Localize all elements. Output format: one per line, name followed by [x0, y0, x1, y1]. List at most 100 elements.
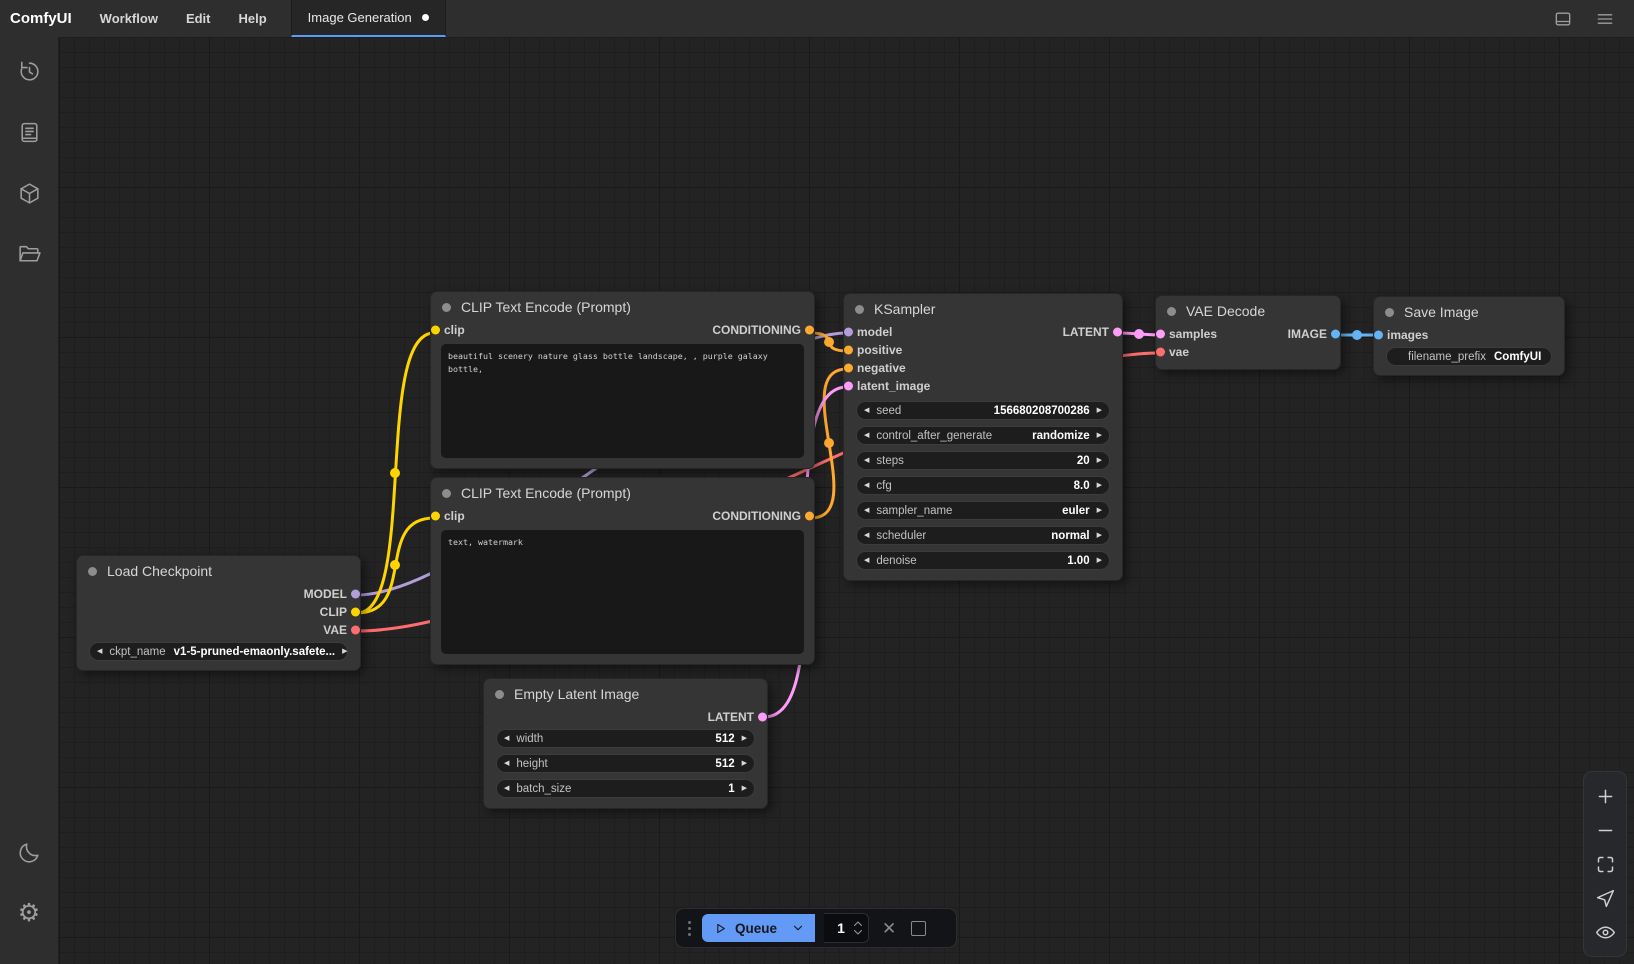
zoom-out-icon[interactable] — [1588, 813, 1622, 847]
slot-dot-latent[interactable] — [758, 713, 767, 722]
node-ksampler[interactable]: KSampler model LATENT positive negative … — [843, 293, 1123, 581]
prev-value-icon[interactable]: ◀ — [864, 457, 869, 464]
prev-value-icon[interactable]: ◀ — [97, 648, 102, 655]
slot-dot-vae[interactable] — [351, 626, 360, 635]
collapse-dot-icon[interactable] — [1167, 307, 1176, 316]
next-value-icon[interactable]: ▶ — [1097, 482, 1102, 489]
node-clip-text-encode-positive[interactable]: CLIP Text Encode (Prompt) clip CONDITION… — [430, 291, 815, 469]
theme-toggle-moon-icon[interactable] — [9, 832, 49, 872]
next-value-icon[interactable]: ▶ — [1097, 557, 1102, 564]
collapse-dot-icon[interactable] — [495, 690, 504, 699]
prompt-textarea[interactable]: text, watermark — [441, 530, 804, 654]
settings-gear-icon[interactable]: ⚙ — [9, 893, 49, 933]
widget-steps[interactable]: ◀ steps 20 ▶ — [856, 451, 1110, 470]
slot-dot-conditioning[interactable] — [805, 512, 814, 521]
next-value-icon[interactable]: ▶ — [1097, 432, 1102, 439]
select-mode-icon[interactable] — [1588, 881, 1622, 915]
zoom-in-icon[interactable] — [1588, 779, 1622, 813]
node-save-image[interactable]: Save Image images filename_prefix ComfyU… — [1373, 296, 1565, 376]
collapse-dot-icon[interactable] — [855, 305, 864, 314]
menu-workflow[interactable]: Workflow — [86, 0, 172, 37]
slot-dot-vae-in[interactable] — [1156, 348, 1165, 357]
prompt-textarea[interactable]: beautiful scenery nature glass bottle la… — [441, 344, 804, 458]
slot-dot-positive[interactable] — [844, 346, 853, 355]
prev-value-icon[interactable]: ◀ — [504, 760, 509, 767]
widget-cfg[interactable]: ◀ cfg 8.0 ▶ — [856, 476, 1110, 495]
node-vae-decode[interactable]: VAE Decode samples IMAGE vae — [1155, 295, 1341, 370]
model-library-icon[interactable] — [9, 173, 49, 213]
node-titlebar[interactable]: CLIP Text Encode (Prompt) — [431, 478, 814, 507]
graph-canvas[interactable]: Load Checkpoint MODEL CLIP VAE ◀ ckpt_na… — [59, 37, 1634, 964]
widget-sampler-name[interactable]: ◀ sampler_name euler ▶ — [856, 501, 1110, 520]
bottom-panel-icon[interactable] — [1552, 8, 1574, 30]
prev-value-icon[interactable]: ◀ — [864, 407, 869, 414]
step-down-icon[interactable] — [852, 928, 864, 937]
step-up-icon[interactable] — [852, 919, 864, 928]
prev-value-icon[interactable]: ◀ — [504, 735, 509, 742]
prev-value-icon[interactable]: ◀ — [504, 785, 509, 792]
next-value-icon[interactable]: ▶ — [1097, 407, 1102, 414]
slot-dot-images[interactable] — [1374, 331, 1383, 340]
slot-dot-model-in[interactable] — [844, 328, 853, 337]
slot-dot-negative[interactable] — [844, 364, 853, 373]
collapse-dot-icon[interactable] — [442, 303, 451, 312]
widget-height[interactable]: ◀ height 512 ▶ — [496, 754, 755, 773]
toggle-link-visibility-eye-icon[interactable] — [1588, 915, 1622, 949]
node-titlebar[interactable]: Empty Latent Image — [484, 679, 767, 708]
next-value-icon[interactable]: ▶ — [742, 785, 747, 792]
stop-icon[interactable] — [911, 921, 926, 936]
widget-seed[interactable]: ◀ seed 156680208700286 ▶ — [856, 401, 1110, 420]
prev-value-icon[interactable]: ◀ — [864, 432, 869, 439]
collapse-dot-icon[interactable] — [442, 489, 451, 498]
node-titlebar[interactable]: Load Checkpoint — [77, 556, 360, 585]
prev-value-icon[interactable]: ◀ — [864, 507, 869, 514]
interrupt-icon[interactable]: ✕ — [878, 920, 900, 937]
node-titlebar[interactable]: CLIP Text Encode (Prompt) — [431, 292, 814, 321]
hamburger-menu-icon[interactable] — [1594, 8, 1616, 30]
next-value-icon[interactable]: ▶ — [1097, 457, 1102, 464]
chevron-down-icon[interactable] — [791, 921, 805, 935]
next-value-icon[interactable]: ▶ — [742, 760, 747, 767]
batch-count-input[interactable]: 1 — [824, 913, 869, 943]
widget-denoise[interactable]: ◀ denoise 1.00 ▶ — [856, 551, 1110, 570]
collapse-dot-icon[interactable] — [1385, 308, 1394, 317]
queue-button[interactable]: Queue — [702, 914, 815, 942]
workflows-folder-icon[interactable] — [9, 234, 49, 274]
slot-dot-clip-in[interactable] — [431, 326, 440, 335]
slot-dot-latent-out[interactable] — [1113, 328, 1122, 337]
slot-dot-image-out[interactable] — [1331, 330, 1340, 339]
prev-value-icon[interactable]: ◀ — [864, 557, 869, 564]
node-titlebar[interactable]: Save Image — [1374, 297, 1564, 326]
drag-handle[interactable] — [686, 921, 693, 936]
menu-edit[interactable]: Edit — [172, 0, 225, 37]
widget-batch-size[interactable]: ◀ batch_size 1 ▶ — [496, 779, 755, 798]
node-library-icon[interactable] — [9, 112, 49, 152]
node-load-checkpoint[interactable]: Load Checkpoint MODEL CLIP VAE ◀ ckpt_na… — [76, 555, 361, 671]
fit-view-icon[interactable] — [1588, 847, 1622, 881]
slot-dot-conditioning[interactable] — [805, 326, 814, 335]
prev-value-icon[interactable]: ◀ — [864, 532, 869, 539]
slot-dot-clip[interactable] — [351, 608, 360, 617]
node-clip-text-encode-negative[interactable]: CLIP Text Encode (Prompt) clip CONDITION… — [430, 477, 815, 665]
slot-dot-clip-in[interactable] — [431, 512, 440, 521]
slot-dot-samples[interactable] — [1156, 330, 1165, 339]
slot-dot-model[interactable] — [351, 590, 360, 599]
node-titlebar[interactable]: KSampler — [844, 294, 1122, 323]
next-value-icon[interactable]: ▶ — [1097, 507, 1102, 514]
queue-history-icon[interactable] — [9, 51, 49, 91]
prev-value-icon[interactable]: ◀ — [864, 482, 869, 489]
next-value-icon[interactable]: ▶ — [742, 735, 747, 742]
widget-width[interactable]: ◀ width 512 ▶ — [496, 729, 755, 748]
next-value-icon[interactable]: ▶ — [342, 648, 347, 655]
node-empty-latent-image[interactable]: Empty Latent Image LATENT ◀ width 512 ▶ … — [483, 678, 768, 809]
collapse-dot-icon[interactable] — [88, 567, 97, 576]
menu-help[interactable]: Help — [225, 0, 281, 37]
widget-scheduler[interactable]: ◀ scheduler normal ▶ — [856, 526, 1110, 545]
next-value-icon[interactable]: ▶ — [1097, 532, 1102, 539]
widget-filename-prefix[interactable]: filename_prefix ComfyUI — [1386, 347, 1552, 366]
tab-image-generation[interactable]: Image Generation — [291, 0, 446, 37]
slot-dot-latent-image[interactable] — [844, 382, 853, 391]
widget-control-after-generate[interactable]: ◀ control_after_generate randomize ▶ — [856, 426, 1110, 445]
widget-ckpt-name[interactable]: ◀ ckpt_name v1-5-pruned-emaonly.safete..… — [89, 642, 348, 661]
node-titlebar[interactable]: VAE Decode — [1156, 296, 1340, 325]
